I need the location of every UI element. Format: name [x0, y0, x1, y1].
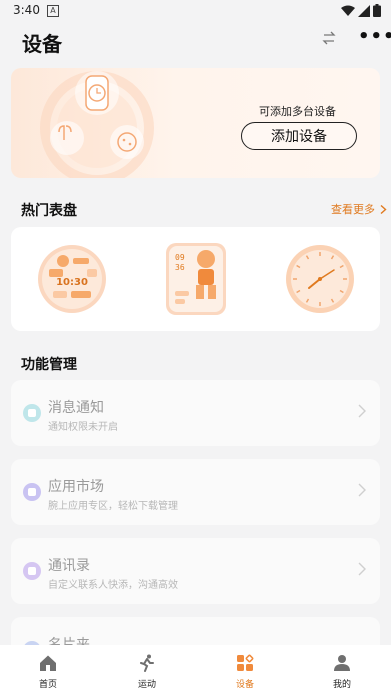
face2-minute: 36	[175, 263, 185, 272]
home-icon	[40, 655, 56, 671]
banner-subtitle: 可添加多台设备	[259, 105, 336, 118]
feature-notifications[interactable]: 消息通知 通知权限未开启	[11, 380, 380, 446]
feature-contacts[interactable]: 通讯录 自定义联系人快添，沟通高效	[11, 538, 380, 604]
tab-sports[interactable]: 运动	[117, 645, 177, 695]
notification-badge: A	[47, 5, 59, 17]
notification-icon	[23, 404, 41, 422]
app-market-icon	[23, 483, 41, 501]
running-icon	[140, 654, 154, 672]
feature-name: 通讯录	[48, 558, 90, 574]
hot-faces-title: 热门表盘	[21, 203, 77, 219]
signal-icon	[358, 4, 370, 17]
watch-face-3[interactable]	[285, 244, 355, 314]
tab-label: 首页	[38, 680, 57, 690]
swap-arrows-icon[interactable]	[322, 31, 336, 45]
feature-name: 应用市场	[48, 479, 104, 495]
device-grid-icon	[237, 654, 254, 671]
view-more-link[interactable]: 查看更多	[331, 201, 387, 217]
face1-time: 10:30	[56, 277, 88, 288]
feature-desc: 通知权限未开启	[48, 422, 118, 433]
chevron-right-icon	[358, 404, 366, 418]
tab-label: 我的	[332, 680, 351, 690]
battery-icon	[373, 4, 381, 17]
status-bar: 3:40 A	[0, 0, 391, 22]
features-title: 功能管理	[21, 357, 77, 373]
tab-label: 设备	[235, 680, 254, 690]
profile-icon	[334, 655, 350, 671]
view-more-label: 查看更多	[331, 203, 375, 216]
watch-illustration	[40, 71, 154, 178]
status-time: 3:40	[13, 3, 40, 17]
feature-name: 消息通知	[48, 400, 104, 416]
tab-label: 运动	[137, 680, 156, 690]
page-header: 设备 •••	[0, 22, 391, 62]
feature-desc: 腕上应用专区，轻松下载管理	[48, 501, 178, 512]
add-device-button[interactable]: 添加设备	[241, 122, 357, 150]
contacts-icon	[23, 562, 41, 580]
tab-profile[interactable]: 我的	[312, 645, 372, 695]
watch-faces-card: 10:30 09 36	[11, 227, 380, 331]
add-device-banner: 可添加多台设备 添加设备	[11, 68, 380, 178]
page-title: 设备	[22, 32, 62, 56]
wifi-icon	[341, 5, 355, 16]
chevron-right-icon	[380, 204, 387, 215]
tab-device[interactable]: 设备	[215, 645, 275, 695]
face2-hour: 09	[175, 253, 185, 262]
tab-home[interactable]: 首页	[18, 645, 78, 695]
more-dots-icon[interactable]: •••	[358, 26, 391, 47]
chevron-right-icon	[358, 562, 366, 576]
feature-app-market[interactable]: 应用市场 腕上应用专区，轻松下载管理	[11, 459, 380, 525]
watch-face-1[interactable]: 10:30	[37, 244, 107, 314]
chevron-right-icon	[358, 483, 366, 497]
bottom-tab-bar: 首页 运动 设备 我的	[0, 645, 391, 695]
system-icons	[341, 4, 381, 17]
watch-face-2[interactable]: 09 36	[166, 243, 226, 315]
feature-desc: 自定义联系人快添，沟通高效	[48, 580, 178, 591]
